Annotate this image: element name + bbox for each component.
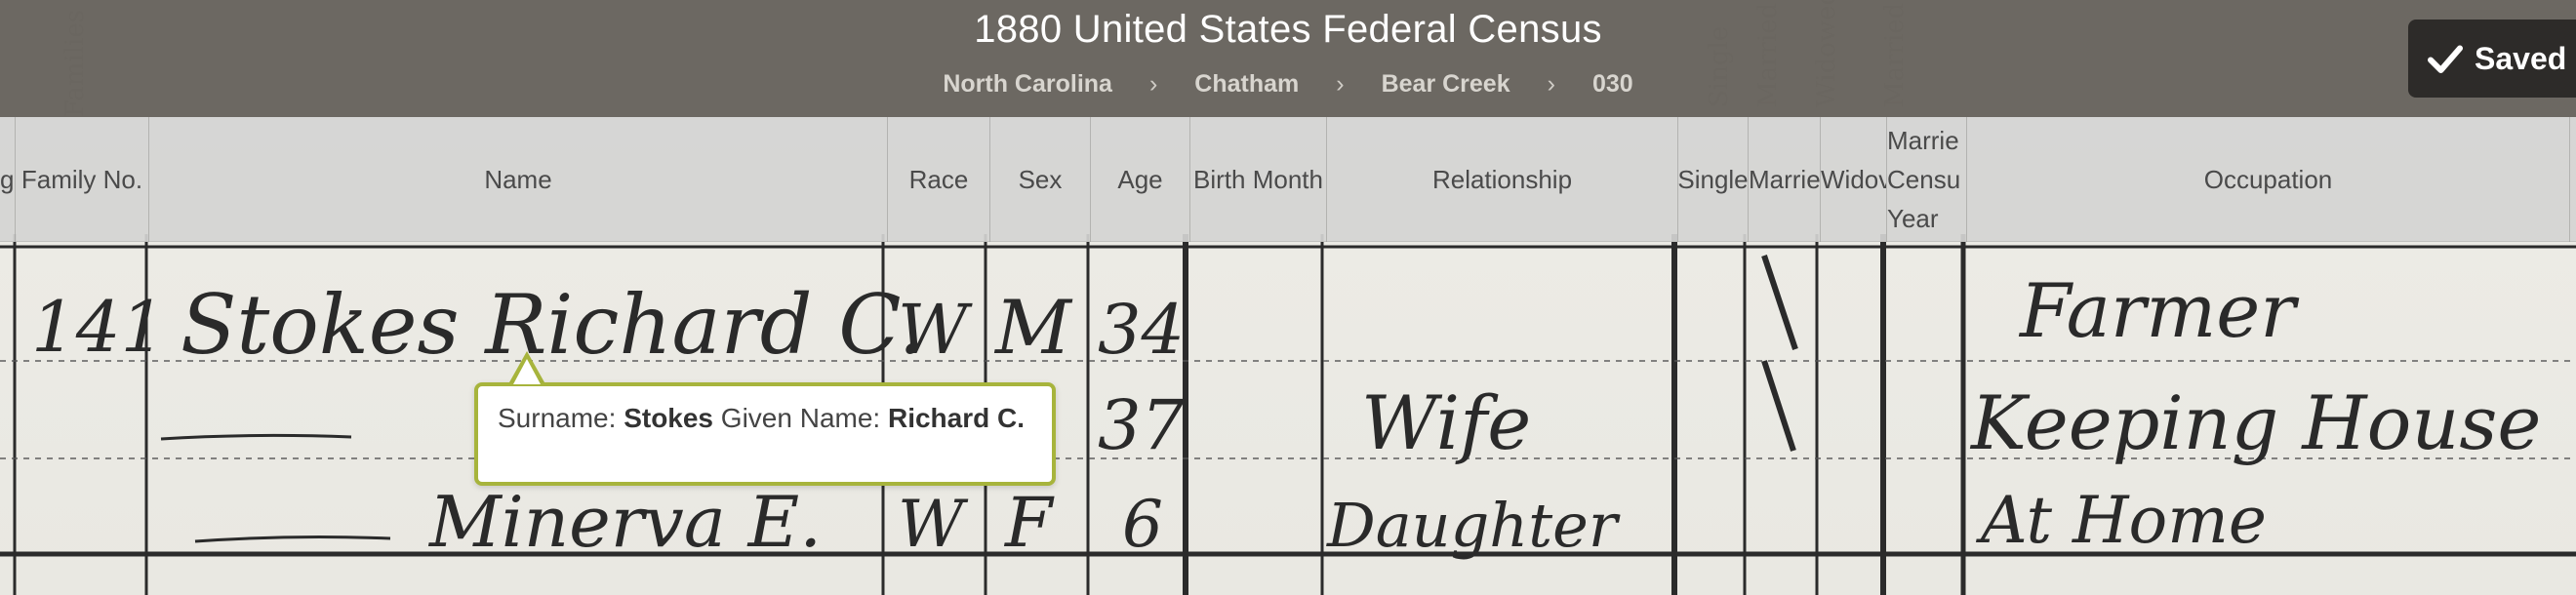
saved-button[interactable]: Saved [2408,20,2576,98]
column-header-single[interactable]: Single [1678,117,1749,242]
breadcrumb-separator-icon: › [1547,70,1555,98]
column-header-sex[interactable]: Sex [990,117,1091,242]
column-header-bar: g Family No. Name Race Sex Age Birth Mon… [0,117,2576,242]
column-header-age[interactable]: Age [1091,117,1190,242]
scan-name: Minerva E. [427,481,822,563]
scan-race: W [898,487,969,562]
scan-occupation: At Home [1975,483,2267,558]
scan-relationship: Wife [1361,379,1531,466]
scan-sex: F [1003,483,1055,563]
column-header-race[interactable]: Race [888,117,990,242]
scan-occupation: Farmer [2018,267,2300,354]
breadcrumb-separator-icon: › [1148,70,1158,98]
breadcrumb: North Carolina › Chatham › Bear Creek › 030 [0,70,2576,99]
breadcrumb-township[interactable]: Bear Creek [1382,70,1510,99]
tooltip-surname-label: Surname: [498,403,617,433]
name-tooltip: Surname: Stokes Given Name: Richard C. [474,382,1056,486]
tooltip-surname: Stokes [624,403,714,433]
scan-occupation: Keeping House [1969,379,2541,466]
page-title: 1880 United States Federal Census [974,8,1602,51]
column-header-birth-month[interactable]: Birth Month [1190,117,1327,242]
checkmark-icon [2428,45,2463,73]
scan-race: W [898,290,973,370]
column-header-married[interactable]: Marrie [1749,117,1821,242]
breadcrumb-separator-icon: › [1336,70,1345,98]
column-header-occupation[interactable]: Occupation [1967,117,2570,242]
tooltip-arrow-fill [513,359,541,384]
column-header-married-census-year[interactable]: Marrie Censu Year [1887,117,1967,242]
census-header-bar: 1880 United States Federal Census North … [0,0,2576,117]
tooltip-given-label: Given Name: [720,403,881,433]
saved-label: Saved [2475,40,2567,76]
tooltip-given-name: Richard C. [887,403,1026,433]
scan-family-no: 141 [31,286,165,368]
column-header-family-no[interactable]: Family No. [16,117,149,242]
column-header-relationship[interactable]: Relationship [1327,117,1678,242]
scan-name: Stokes Richard C. [181,277,924,373]
scan-age: 6 [1122,487,1163,562]
column-header-dwelling[interactable]: g [0,117,16,242]
scan-age: 34 [1098,290,1185,370]
breadcrumb-page: 030 [1591,70,1633,98]
column-header-widowed[interactable]: Widov [1821,117,1887,242]
breadcrumb-state[interactable]: North Carolina [943,70,1112,99]
breadcrumb-county[interactable]: Chatham [1194,70,1299,99]
column-header-name[interactable]: Name [149,117,888,242]
scan-age: 37 [1098,385,1186,465]
scan-relationship: Daughter [1326,490,1621,561]
scan-sex: M [993,284,1073,371]
